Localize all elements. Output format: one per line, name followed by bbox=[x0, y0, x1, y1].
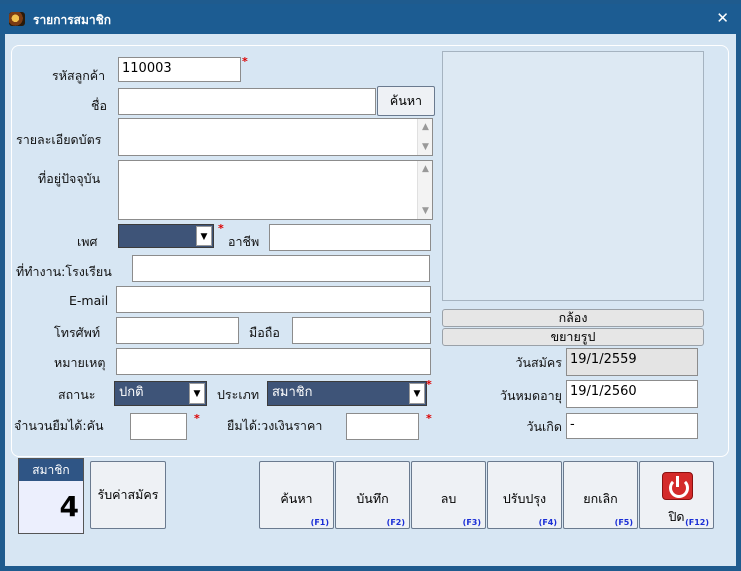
search-button[interactable]: ค้นหา (F1) bbox=[259, 461, 334, 529]
shortcut-hint: (F2) bbox=[386, 518, 405, 527]
power-icon bbox=[662, 472, 693, 500]
delete-button-label: ลบ bbox=[440, 491, 457, 506]
search-button-label: ค้นหา bbox=[280, 491, 313, 506]
phone-field[interactable] bbox=[116, 317, 239, 344]
shortcut-hint: (F3) bbox=[462, 518, 481, 527]
birth-date-field[interactable]: - bbox=[566, 413, 698, 439]
type-value: สมาชิก bbox=[272, 385, 313, 400]
close-button[interactable]: ปิด (F12) bbox=[639, 461, 714, 529]
enlarge-photo-button[interactable]: ขยายรูป bbox=[442, 328, 704, 346]
customer-id-label: รหัสลูกค้า bbox=[52, 68, 106, 83]
camera-button[interactable]: กล้อง bbox=[442, 309, 704, 327]
expire-date-label: วันหมดอายุ bbox=[499, 388, 562, 403]
borrow-count-label: จำนวนยืมได้:คัน bbox=[14, 418, 104, 433]
shortcut-hint: (F4) bbox=[538, 518, 557, 527]
borrow-amount-field[interactable] bbox=[346, 413, 419, 440]
card-details-field[interactable]: ▲ ▼ bbox=[118, 118, 433, 156]
note-label: หมายเหตุ bbox=[54, 355, 106, 370]
status-label: สถานะ bbox=[58, 387, 96, 402]
member-count-label: สมาชิก bbox=[19, 459, 83, 481]
name-search-button[interactable]: ค้นหา bbox=[377, 86, 435, 116]
app-logo-icon bbox=[9, 12, 25, 26]
close-icon[interactable]: ✕ bbox=[716, 9, 729, 27]
required-marker: * bbox=[426, 378, 432, 391]
borrow-amount-label: ยืมได้:วงเงินราคา bbox=[227, 418, 323, 433]
borrow-count-field[interactable] bbox=[130, 413, 187, 440]
name-field[interactable] bbox=[118, 88, 376, 115]
scroll-up-icon[interactable]: ▲ bbox=[418, 162, 432, 176]
phone-label: โทรศัพท์ bbox=[54, 325, 101, 340]
form-area: รหัสลูกค้า 110003 * ชื่อ ค้นหา รายละเอีย… bbox=[5, 34, 736, 566]
save-button-label: บันทึก bbox=[356, 491, 389, 506]
title-bar: รายการสมาชิก ✕ bbox=[0, 4, 741, 34]
address-label: ที่อยู่ปัจจุบัน bbox=[38, 171, 101, 186]
required-marker: * bbox=[194, 412, 200, 425]
member-count-box: สมาชิก 4 bbox=[18, 458, 84, 534]
cancel-button[interactable]: ยกเลิก (F5) bbox=[563, 461, 638, 529]
update-button[interactable]: ปรับปรุง (F4) bbox=[487, 461, 562, 529]
member-count-value: 4 bbox=[19, 481, 83, 533]
scroll-down-icon[interactable]: ▼ bbox=[418, 140, 432, 154]
required-marker: * bbox=[426, 412, 432, 425]
note-field[interactable] bbox=[116, 348, 431, 375]
workplace-field[interactable] bbox=[132, 255, 430, 282]
cancel-button-label: ยกเลิก bbox=[583, 491, 618, 506]
name-label: ชื่อ bbox=[91, 98, 107, 113]
apply-date-label: วันสมัคร bbox=[515, 355, 562, 370]
mobile-label: มือถือ bbox=[249, 325, 280, 340]
mobile-field[interactable] bbox=[292, 317, 431, 344]
gender-label: เพศ bbox=[77, 234, 98, 249]
address-field[interactable]: ▲ ▼ bbox=[118, 160, 433, 220]
address-scrollbar[interactable]: ▲ ▼ bbox=[417, 161, 432, 219]
email-field[interactable] bbox=[116, 286, 431, 313]
app-window: รายการสมาชิก ✕ รหัสลูกค้า 110003 * ชื่อ … bbox=[0, 0, 741, 571]
shortcut-hint: (F1) bbox=[310, 518, 329, 527]
scroll-up-icon[interactable]: ▲ bbox=[418, 120, 432, 134]
expire-date-field[interactable]: 19/1/2560 bbox=[566, 380, 698, 408]
occupation-label: อาชีพ bbox=[228, 234, 260, 249]
required-marker: * bbox=[242, 55, 248, 68]
card-details-scrollbar[interactable]: ▲ ▼ bbox=[417, 119, 432, 155]
scroll-down-icon[interactable]: ▼ bbox=[418, 204, 432, 218]
required-marker: * bbox=[218, 222, 224, 235]
card-details-label: รายละเอียดบัตร bbox=[16, 132, 102, 147]
save-button[interactable]: บันทึก (F2) bbox=[335, 461, 410, 529]
email-label: E-mail bbox=[69, 293, 109, 308]
type-select[interactable]: สมาชิก ▼ bbox=[267, 381, 427, 406]
update-button-label: ปรับปรุง bbox=[502, 491, 547, 506]
shortcut-hint: (F5) bbox=[614, 518, 633, 527]
type-label: ประเภท bbox=[217, 387, 260, 402]
status-value: ปกติ bbox=[119, 385, 144, 400]
dropdown-arrow-icon[interactable]: ▼ bbox=[189, 383, 205, 404]
shortcut-hint: (F12) bbox=[685, 518, 709, 527]
birth-date-label: วันเกิด bbox=[526, 419, 562, 434]
status-select[interactable]: ปกติ ▼ bbox=[114, 381, 207, 406]
window-title: รายการสมาชิก bbox=[33, 13, 112, 27]
workplace-label: ที่ทำงาน:โรงเรียน bbox=[16, 264, 112, 279]
customer-id-field[interactable]: 110003 bbox=[118, 57, 241, 82]
occupation-field[interactable] bbox=[269, 224, 431, 251]
dropdown-arrow-icon[interactable]: ▼ bbox=[409, 383, 425, 404]
delete-button[interactable]: ลบ (F3) bbox=[411, 461, 486, 529]
gender-select[interactable]: ▼ bbox=[118, 224, 214, 248]
dropdown-arrow-icon[interactable]: ▼ bbox=[196, 226, 212, 246]
receive-fee-button[interactable]: รับค่าสมัคร bbox=[90, 461, 166, 529]
member-photo bbox=[442, 51, 704, 301]
apply-date-field: 19/1/2559 bbox=[566, 348, 698, 376]
